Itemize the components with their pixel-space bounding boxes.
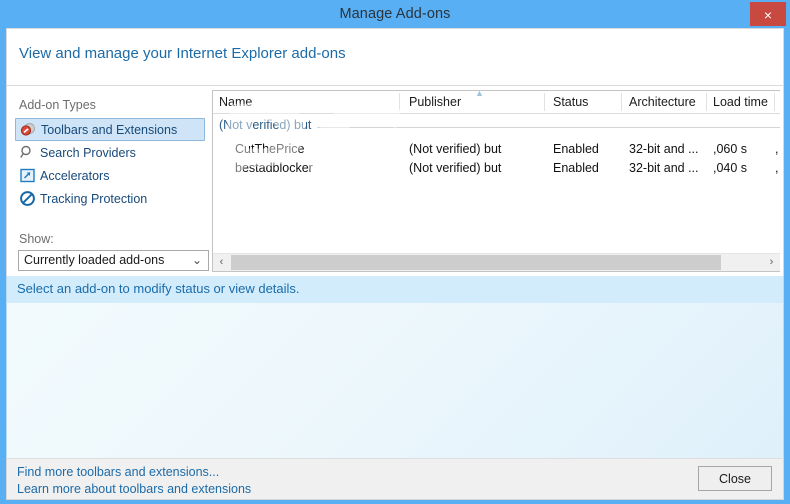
scrollbar-thumb[interactable] xyxy=(231,255,721,270)
addons-table: Name Publisher ▲ Status Architecture Loa… xyxy=(212,90,780,272)
cell-publisher: (Not verified) but xyxy=(409,142,502,156)
column-header-load-time[interactable]: Load time xyxy=(713,95,768,109)
scroll-right-icon[interactable]: › xyxy=(763,254,780,271)
show-filter-label: Show: xyxy=(19,232,54,246)
cell-status: Enabled xyxy=(553,142,599,156)
sidebar-heading: Add-on Types xyxy=(19,98,96,112)
cell-name: CutThePrice xyxy=(235,142,305,156)
footer: Find more toolbars and extensions... Lea… xyxy=(6,458,784,500)
sidebar-item-accelerators[interactable]: Accelerators xyxy=(15,164,205,187)
cell-load-time: ,060 s xyxy=(713,142,748,156)
table-group-header: (Not verified) but xyxy=(213,118,780,136)
cell-navigation: , xyxy=(775,142,779,156)
details-area: risk.com xyxy=(6,303,784,458)
table-horizontal-scrollbar[interactable]: ‹ › xyxy=(213,253,780,271)
chevron-down-icon: ⌄ xyxy=(191,253,202,267)
sidebar-item-tracking-protection[interactable]: Tracking Protection xyxy=(15,187,205,210)
column-header-status[interactable]: Status xyxy=(553,95,588,109)
cell-load-time: ,040 s xyxy=(713,161,748,175)
table-row[interactable]: CutThePrice (Not verified) but Enabled 3… xyxy=(213,140,780,159)
sidebar-item-label: Accelerators xyxy=(40,168,110,183)
page-title: View and manage your Internet Explorer a… xyxy=(19,45,346,62)
close-button[interactable]: Close xyxy=(698,466,772,491)
window-frame-right xyxy=(784,28,790,504)
accelerator-arrow-icon xyxy=(19,167,36,184)
show-filter-dropdown[interactable]: Currently loaded add-ons ⌄ xyxy=(18,250,209,271)
find-more-link[interactable]: Find more toolbars and extensions... xyxy=(17,465,219,479)
toolbars-extensions-icon xyxy=(20,121,37,138)
column-divider[interactable] xyxy=(706,93,707,111)
no-entry-icon xyxy=(19,190,36,207)
cell-navigation: , xyxy=(775,161,779,175)
column-divider[interactable] xyxy=(399,93,400,111)
window-frame-bottom xyxy=(0,500,790,504)
column-divider[interactable] xyxy=(774,93,775,111)
title-bar: Manage Add-ons × xyxy=(0,0,790,28)
sidebar-list: Toolbars and Extensions Search Providers xyxy=(15,118,205,210)
cell-publisher: (Not verified) but xyxy=(409,161,502,175)
window-close-icon[interactable]: × xyxy=(750,2,786,26)
column-header-publisher[interactable]: Publisher xyxy=(409,95,461,109)
table-body: (Not verified) but CutThePrice (Not veri… xyxy=(213,114,780,252)
manage-addons-dialog: Manage Add-ons × View and manage your In… xyxy=(0,0,790,504)
sort-ascending-icon: ▲ xyxy=(475,90,484,98)
column-divider[interactable] xyxy=(621,93,622,111)
content-panel: Add-on Types Toolbars and Extensions Sea… xyxy=(6,86,784,276)
window-title: Manage Add-ons xyxy=(339,6,451,22)
table-header-row: Name Publisher ▲ Status Architecture Loa… xyxy=(213,91,780,114)
cell-name: bestadblocker xyxy=(235,161,313,175)
header-panel: View and manage your Internet Explorer a… xyxy=(6,28,784,86)
cell-status: Enabled xyxy=(553,161,599,175)
sidebar-item-search-providers[interactable]: Search Providers xyxy=(15,141,205,164)
magnifier-icon xyxy=(19,144,36,161)
learn-more-link[interactable]: Learn more about toolbars and extensions xyxy=(17,482,251,496)
sidebar-item-label: Search Providers xyxy=(40,145,136,160)
table-row[interactable]: bestadblocker (Not verified) but Enabled… xyxy=(213,159,780,178)
show-filter-value: Currently loaded add-ons xyxy=(24,253,165,267)
cell-architecture: 32-bit and ... xyxy=(629,142,699,156)
group-label: (Not verified) but xyxy=(219,118,318,132)
sidebar-item-label: Toolbars and Extensions xyxy=(41,122,178,137)
column-header-navigation[interactable]: N xyxy=(779,95,780,109)
column-divider[interactable] xyxy=(544,93,545,111)
column-header-name[interactable]: Name xyxy=(219,95,252,109)
sidebar: Add-on Types Toolbars and Extensions Sea… xyxy=(7,86,212,276)
sidebar-item-label: Tracking Protection xyxy=(40,191,148,206)
sidebar-item-toolbars-and-extensions[interactable]: Toolbars and Extensions xyxy=(15,118,205,141)
status-strip: Select an add-on to modify status or vie… xyxy=(6,276,784,303)
cell-architecture: 32-bit and ... xyxy=(629,161,699,175)
status-message: Select an add-on to modify status or vie… xyxy=(17,281,300,296)
column-header-architecture[interactable]: Architecture xyxy=(629,95,696,109)
scroll-left-icon[interactable]: ‹ xyxy=(213,254,230,271)
